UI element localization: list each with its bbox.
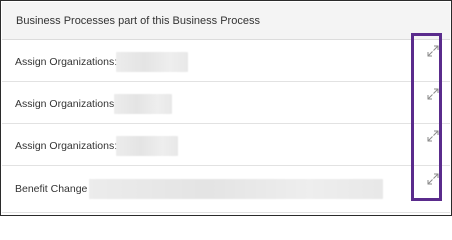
- expand-icon[interactable]: [427, 88, 439, 100]
- list-item[interactable]: Assign Organizations:: [2, 82, 450, 124]
- row-label: Assign Organizations:: [15, 98, 118, 110]
- expand-icon[interactable]: [427, 130, 439, 142]
- redacted-value: [116, 52, 188, 72]
- row-label: Benefit Change -: [15, 183, 94, 195]
- redacted-value: [114, 94, 172, 114]
- row-label: Assign Organizations:: [15, 56, 118, 68]
- list-item[interactable]: Benefit Change -: [2, 166, 450, 213]
- redacted-value: [116, 136, 178, 156]
- redacted-value: [89, 179, 383, 199]
- list-item[interactable]: Assign Organizations:: [2, 40, 450, 82]
- panel-header: Business Processes part of this Business…: [2, 2, 450, 40]
- list-item[interactable]: Assign Organizations:: [2, 124, 450, 166]
- row-label: Assign Organizations:: [15, 140, 118, 152]
- business-processes-panel: Business Processes part of this Business…: [0, 0, 452, 216]
- expand-icon[interactable]: [427, 45, 439, 57]
- panel-title: Business Processes part of this Business…: [16, 15, 260, 27]
- expand-icon[interactable]: [427, 173, 439, 185]
